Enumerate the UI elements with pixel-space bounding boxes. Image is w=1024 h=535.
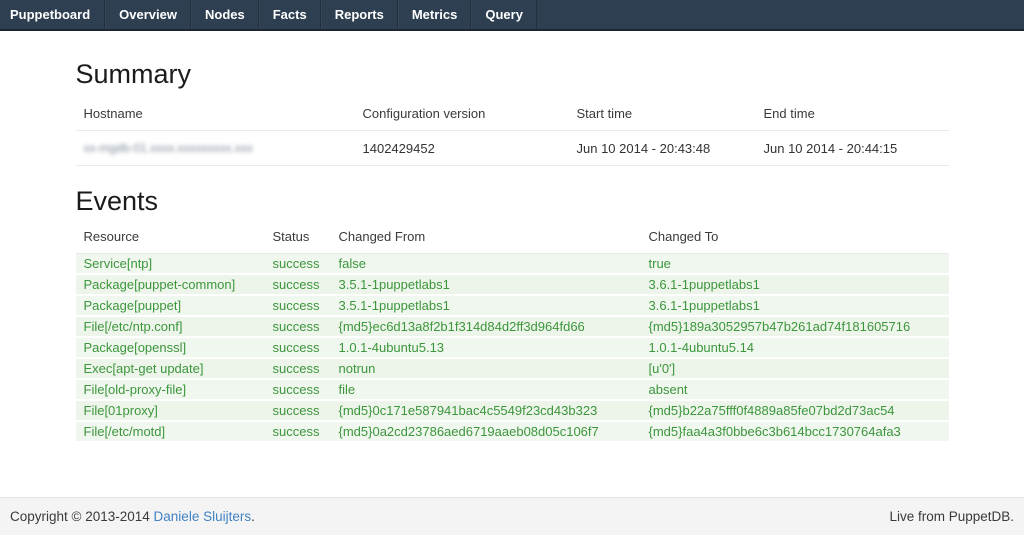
event-status: success [265,295,331,316]
author-link[interactable]: Daniele Sluijters [154,509,252,524]
event-row: File[old-proxy-file] success file absent [76,379,949,400]
events-col-resource: Resource [76,217,265,254]
event-resource: File[/etc/ntp.conf] [76,316,265,337]
event-changed-to: {md5}faa4a3f0bbe6c3b614bcc1730764afa3 [641,421,949,442]
event-row: File[/etc/motd] success {md5}0a2cd23786a… [76,421,949,442]
event-changed-to: absent [641,379,949,400]
event-row: Service[ntp] success false true [76,254,949,275]
summary-table: Hostname Configuration version Start tim… [76,90,949,166]
summary-hostname-cell: xx-mgdb-01.xxxx.xxxxxxxxx.xxx [76,131,355,166]
event-resource: File[old-proxy-file] [76,379,265,400]
event-resource: Package[puppet] [76,295,265,316]
nav-item-facts[interactable]: Facts [259,0,321,29]
summary-end-time: Jun 10 2014 - 20:44:15 [756,131,949,166]
event-row: File[/etc/ntp.conf] success {md5}ec6d13a… [76,316,949,337]
events-table: Resource Status Changed From Changed To … [76,217,949,443]
event-row: Package[puppet-common] success 3.5.1-1pu… [76,274,949,295]
event-row: Package[openssl] success 1.0.1-4ubuntu5.… [76,337,949,358]
event-changed-from: notrun [331,358,641,379]
summary-start-time: Jun 10 2014 - 20:43:48 [569,131,756,166]
event-changed-from: 3.5.1-1puppetlabs1 [331,295,641,316]
event-status: success [265,274,331,295]
event-changed-to: 3.6.1-1puppetlabs1 [641,274,949,295]
event-status: success [265,254,331,275]
event-changed-to: 1.0.1-4ubuntu5.14 [641,337,949,358]
events-col-changed-to: Changed To [641,217,949,254]
main-content: Summary Hostname Configuration version S… [76,59,949,443]
event-changed-from: {md5}ec6d13a8f2b1f314d84d2ff3d964fd66 [331,316,641,337]
nav-item-metrics[interactable]: Metrics [398,0,472,29]
summary-col-hostname: Hostname [76,90,355,131]
summary-header-row: Hostname Configuration version Start tim… [76,90,949,131]
event-resource: Package[puppet-common] [76,274,265,295]
event-changed-from: {md5}0c171e587941bac4c5549f23cd43b323 [331,400,641,421]
summary-col-end-time: End time [756,90,949,131]
event-status: success [265,421,331,442]
nav-item-overview[interactable]: Overview [105,0,191,29]
copyright-period: . [251,509,255,524]
event-changed-from: 3.5.1-1puppetlabs1 [331,274,641,295]
event-changed-from: {md5}0a2cd23786aed6719aaeb08d05c106f7 [331,421,641,442]
nav-brand-puppetboard[interactable]: Puppetboard [0,0,105,29]
events-header-row: Resource Status Changed From Changed To [76,217,949,254]
event-resource: File[/etc/motd] [76,421,265,442]
event-row: Package[puppet] success 3.5.1-1puppetlab… [76,295,949,316]
nav-item-query[interactable]: Query [471,0,537,29]
event-status: success [265,358,331,379]
events-col-status: Status [265,217,331,254]
event-resource: Exec[apt-get update] [76,358,265,379]
events-heading: Events [76,186,949,217]
event-status: success [265,337,331,358]
footer-live-status: Live from PuppetDB. [889,509,1014,524]
event-changed-from: false [331,254,641,275]
event-changed-to: [u'0'] [641,358,949,379]
nav-item-reports[interactable]: Reports [321,0,398,29]
event-row: File[01proxy] success {md5}0c171e587941b… [76,400,949,421]
event-changed-to: 3.6.1-1puppetlabs1 [641,295,949,316]
hostname-link-redacted[interactable]: xx-mgdb-01.xxxx.xxxxxxxxx.xxx [84,141,253,155]
event-changed-to: true [641,254,949,275]
event-status: success [265,400,331,421]
summary-col-configuration-version: Configuration version [355,90,569,131]
event-changed-to: {md5}189a3052957b47b261ad74f181605716 [641,316,949,337]
footer: Copyright © 2013-2014 Daniele Sluijters.… [0,497,1024,535]
event-resource: File[01proxy] [76,400,265,421]
event-status: success [265,316,331,337]
event-status: success [265,379,331,400]
event-row: Exec[apt-get update] success notrun [u'0… [76,358,949,379]
event-changed-to: {md5}b22a75fff0f4889a85fe07bd2d73ac54 [641,400,949,421]
footer-copyright: Copyright © 2013-2014 Daniele Sluijters. [10,509,255,524]
summary-col-start-time: Start time [569,90,756,131]
summary-heading: Summary [76,59,949,90]
summary-row: xx-mgdb-01.xxxx.xxxxxxxxx.xxx 1402429452… [76,131,949,166]
events-col-changed-from: Changed From [331,217,641,254]
event-resource: Service[ntp] [76,254,265,275]
event-changed-from: file [331,379,641,400]
event-resource: Package[openssl] [76,337,265,358]
copyright-text: Copyright © 2013-2014 [10,509,154,524]
summary-configuration-version: 1402429452 [355,131,569,166]
navbar: Puppetboard OverviewNodesFactsReportsMet… [0,0,1024,31]
nav-item-nodes[interactable]: Nodes [191,0,259,29]
event-changed-from: 1.0.1-4ubuntu5.13 [331,337,641,358]
